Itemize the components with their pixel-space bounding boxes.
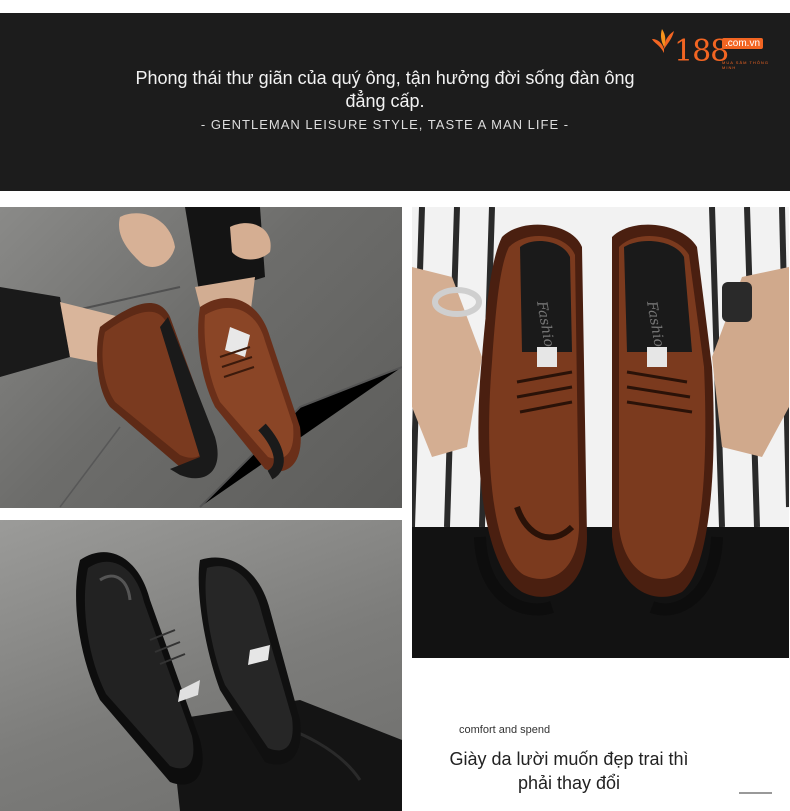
- caption-divider: [739, 792, 772, 794]
- photo-black-shoes: [0, 520, 402, 811]
- logo-tagline: MUA SẮM THÔNG MINH: [722, 60, 769, 70]
- logo-domain: .com.vn: [722, 38, 764, 49]
- photo-man-holding-shoes: Fashio Fashio: [412, 207, 789, 658]
- caption-small: comfort and spend: [459, 724, 551, 736]
- logo-number: 188: [674, 34, 729, 69]
- banner-headline: Phong thái thư giãn của quý ông, tận hưở…: [135, 68, 635, 111]
- brand-logo[interactable]: 188 .com.vn MUA SẮM THÔNG MINH: [650, 22, 775, 72]
- banner-subline: - GENTLEMAN LEISURE STYLE, TASTE A MAN L…: [200, 117, 570, 132]
- photo-brown-shoes-tying: [0, 207, 402, 508]
- caption-main: Giày da lười muốn đẹp trai thì phải thay…: [449, 749, 689, 793]
- brown-shoes-illustration: [0, 207, 402, 508]
- black-shoes-illustration: [76, 552, 402, 811]
- held-shoes-illustration: Fashio Fashio: [412, 207, 789, 658]
